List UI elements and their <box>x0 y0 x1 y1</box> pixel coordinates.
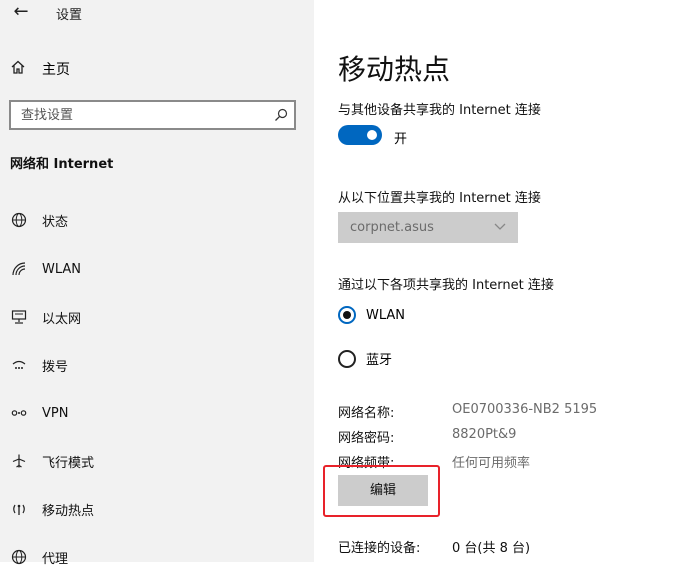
network-name-key: 网络名称: <box>338 406 395 421</box>
connected-devices-key: 已连接的设备: <box>338 541 421 556</box>
dialup-icon <box>10 356 28 374</box>
sidebar: ← 设置 主页 网络和 Internet 状态 WLAN 以太网 <box>0 0 314 567</box>
window-title: 设置 <box>56 8 83 23</box>
connected-devices-value: 0 台(共 8 台) <box>452 541 531 556</box>
sidebar-item-wlan[interactable]: WLAN <box>10 257 81 281</box>
highlight-annotation <box>323 465 440 517</box>
chevron-down-icon <box>494 223 506 230</box>
network-band-value: 任何可用频率 <box>452 456 531 471</box>
sidebar-item-label: 飞行模式 <box>42 455 95 471</box>
toggle-state-text: 开 <box>394 132 408 147</box>
hotspot-icon <box>10 500 28 518</box>
sidebar-item-proxy[interactable]: 代理 <box>10 545 68 569</box>
search-box[interactable] <box>9 100 296 130</box>
sidebar-item-label: 移动热点 <box>42 503 95 519</box>
search-input[interactable] <box>11 102 261 128</box>
share-over-label: 通过以下各项共享我的 Internet 连接 <box>338 278 554 293</box>
sidebar-item-hotspot[interactable]: 移动热点 <box>10 497 94 521</box>
radio-circle <box>338 349 356 368</box>
share-toggle[interactable] <box>338 125 382 145</box>
vpn-icon <box>10 404 28 422</box>
sidebar-item-label: VPN <box>42 405 69 421</box>
sidebar-item-vpn[interactable]: VPN <box>10 401 68 425</box>
sidebar-item-label: 状态 <box>42 214 69 230</box>
share-from-value: corpnet.asus <box>350 220 434 235</box>
sidebar-item-ethernet[interactable]: 以太网 <box>10 305 81 329</box>
share-from-dropdown[interactable]: corpnet.asus <box>338 212 518 243</box>
back-button[interactable]: ← <box>10 2 32 24</box>
share-from-label: 从以下位置共享我的 Internet 连接 <box>338 191 541 206</box>
radio-circle <box>338 306 356 324</box>
network-password-value: 8820Pt&9 <box>452 427 517 442</box>
page-title: 移动热点 <box>338 53 451 86</box>
search-icon[interactable] <box>274 108 288 122</box>
radio-dot <box>343 311 351 319</box>
globe-icon <box>10 211 28 229</box>
ethernet-icon <box>10 308 28 326</box>
sidebar-item-label: 主页 <box>42 62 70 78</box>
sidebar-item-status[interactable]: 状态 <box>10 208 68 232</box>
sidebar-item-label: 拨号 <box>42 359 69 375</box>
home-icon <box>10 59 26 79</box>
network-password-key: 网络密码: <box>338 431 395 446</box>
sidebar-item-home[interactable]: 主页 <box>10 58 70 80</box>
wifi-icon <box>10 260 28 278</box>
toggle-knob <box>367 130 377 140</box>
section-title: 网络和 Internet <box>10 157 114 172</box>
radio-label: 蓝牙 <box>366 353 393 368</box>
radio-wlan[interactable]: WLAN <box>338 306 405 324</box>
main-content: 移动热点 与其他设备共享我的 Internet 连接 开 从以下位置共享我的 I… <box>314 0 696 562</box>
network-name-value: OE0700336-NB2 5195 <box>452 402 598 417</box>
share-label: 与其他设备共享我的 Internet 连接 <box>338 103 541 118</box>
sidebar-item-label: 以太网 <box>42 311 82 327</box>
radio-bluetooth[interactable]: 蓝牙 <box>338 349 392 368</box>
sidebar-item-label: 代理 <box>42 551 69 567</box>
sidebar-item-dialup[interactable]: 拨号 <box>10 353 68 377</box>
sidebar-item-airplane[interactable]: 飞行模式 <box>10 449 94 473</box>
proxy-globe-icon <box>10 548 28 566</box>
sidebar-item-label: WLAN <box>42 261 82 277</box>
airplane-icon <box>10 452 28 470</box>
radio-label: WLAN <box>366 307 406 323</box>
